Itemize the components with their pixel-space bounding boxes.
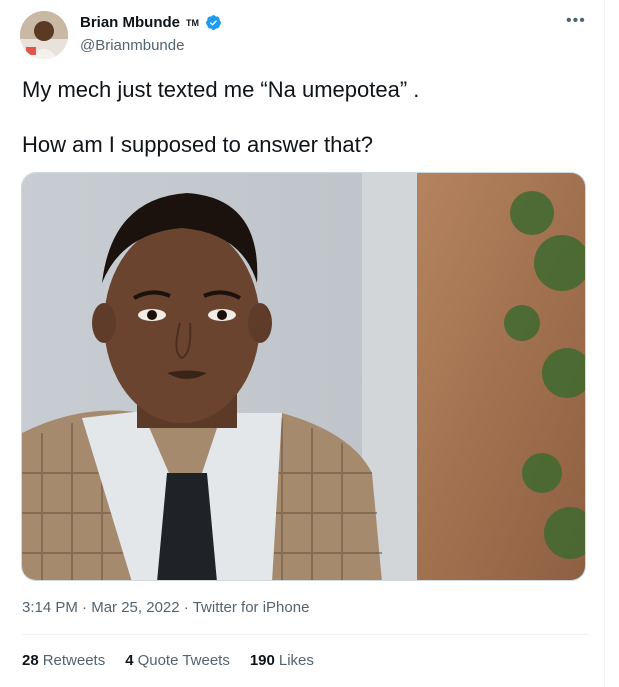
- tweet-card: Brian Mbunde TM @Brianmbunde ••• My mech…: [0, 0, 605, 687]
- author-name[interactable]: Brian Mbunde: [80, 14, 180, 31]
- avatar-image: [20, 11, 68, 59]
- quote-tweets-count: 4: [125, 652, 134, 669]
- likes-stat[interactable]: 190 Likes: [250, 652, 314, 669]
- tweet-date[interactable]: Mar 25, 2022: [91, 599, 179, 616]
- photo-image: [22, 173, 585, 580]
- tweet-stats: 28 Retweets 4 Quote Tweets 190 Likes: [22, 652, 314, 669]
- tweet-source[interactable]: Twitter for iPhone: [193, 599, 310, 616]
- tweet-text-line-2: How am I supposed to answer that?: [22, 132, 373, 157]
- retweets-stat[interactable]: 28 Retweets: [22, 652, 105, 669]
- more-options-icon[interactable]: •••: [566, 12, 586, 30]
- author-name-row[interactable]: Brian Mbunde TM: [80, 14, 222, 31]
- tweet-text-line-1: My mech just texted me “Na umepotea” .: [22, 77, 420, 102]
- meta-separator: ·: [183, 599, 189, 616]
- tweet-meta: 3:14 PM · Mar 25, 2022 · Twitter for iPh…: [22, 599, 309, 616]
- quote-tweets-stat[interactable]: 4 Quote Tweets: [125, 652, 230, 669]
- avatar[interactable]: [20, 11, 68, 59]
- author-handle[interactable]: @Brianmbunde: [80, 37, 184, 54]
- likes-label: Likes: [278, 652, 314, 669]
- likes-count: 190: [249, 652, 275, 669]
- retweets-count: 28: [22, 652, 39, 669]
- meta-separator: ·: [82, 599, 88, 616]
- retweets-label: Retweets: [42, 652, 106, 669]
- quote-tweets-label: Quote Tweets: [137, 652, 230, 669]
- tweet-time[interactable]: 3:14 PM: [22, 599, 78, 616]
- verified-badge-icon: [206, 15, 221, 30]
- trademark-mark: TM: [186, 17, 199, 28]
- tweet-photo[interactable]: [21, 172, 586, 581]
- divider: [22, 634, 588, 635]
